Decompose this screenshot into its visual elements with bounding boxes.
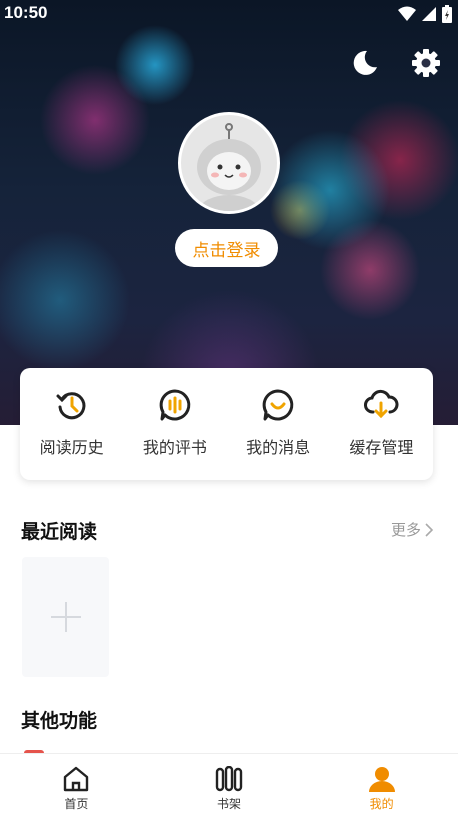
robot-avatar-icon bbox=[197, 123, 261, 211]
bottom-tab-bar: 首页 书架 我的 bbox=[0, 753, 458, 821]
recent-reading-title: 最近阅读 bbox=[21, 522, 98, 543]
cache-management-button[interactable]: 缓存管理 bbox=[330, 368, 433, 480]
cloud-download-icon bbox=[364, 389, 399, 419]
my-reviews-label: 我的评书 bbox=[142, 440, 207, 457]
status-bar: 10:50 bbox=[0, 0, 458, 28]
bookshelf-icon bbox=[215, 766, 243, 792]
gear-icon bbox=[412, 49, 440, 77]
tab-home[interactable]: 首页 bbox=[0, 754, 153, 821]
night-mode-button[interactable] bbox=[347, 45, 383, 81]
tab-bookshelf[interactable]: 书架 bbox=[153, 754, 306, 821]
battery-icon bbox=[442, 5, 452, 23]
my-messages-button[interactable]: 我的消息 bbox=[227, 368, 330, 480]
plus-icon bbox=[50, 602, 81, 632]
tab-home-label: 首页 bbox=[64, 797, 89, 811]
cache-management-label: 缓存管理 bbox=[349, 440, 414, 457]
other-features-title: 其他功能 bbox=[21, 711, 98, 732]
avatar[interactable] bbox=[178, 112, 280, 214]
more-label: 更多 bbox=[390, 522, 421, 539]
chevron-right-icon bbox=[425, 522, 434, 537]
message-icon bbox=[262, 389, 294, 421]
signal-icon bbox=[422, 7, 436, 21]
history-icon bbox=[56, 392, 86, 420]
tab-profile[interactable]: 我的 bbox=[305, 754, 458, 821]
my-reviews-button[interactable]: 我的评书 bbox=[123, 368, 226, 480]
wifi-icon bbox=[398, 6, 416, 21]
add-book-tile[interactable] bbox=[22, 557, 109, 677]
profile-icon bbox=[368, 767, 395, 792]
tab-bookshelf-label: 书架 bbox=[217, 797, 242, 811]
home-icon bbox=[64, 766, 89, 792]
login-button[interactable]: 点击登录 bbox=[175, 229, 278, 267]
review-icon bbox=[159, 389, 191, 421]
status-time: 10:50 bbox=[4, 3, 48, 22]
moon-icon bbox=[353, 50, 377, 75]
more-link[interactable]: 更多 bbox=[391, 519, 434, 540]
quick-actions-card: 阅读历史 我的评书 我的消息 缓存管理 bbox=[20, 368, 433, 480]
reading-history-label: 阅读历史 bbox=[39, 440, 104, 457]
reading-history-button[interactable]: 阅读历史 bbox=[20, 368, 123, 480]
my-messages-label: 我的消息 bbox=[246, 440, 311, 457]
status-icons bbox=[398, 5, 452, 23]
settings-button[interactable] bbox=[408, 45, 444, 81]
tab-profile-label: 我的 bbox=[369, 797, 394, 811]
